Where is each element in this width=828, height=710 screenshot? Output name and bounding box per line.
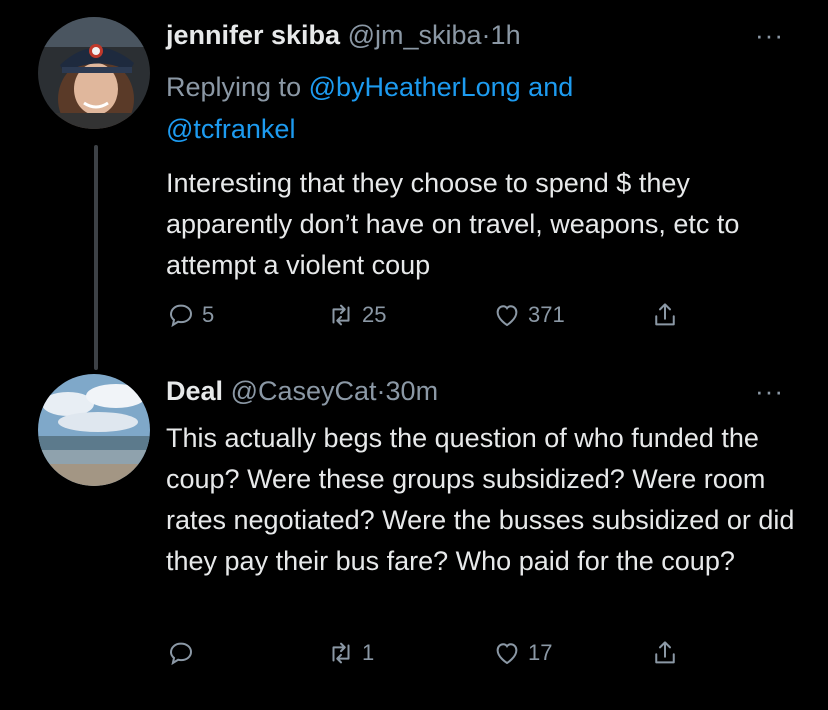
share-icon bbox=[655, 641, 675, 664]
retweet-icon bbox=[332, 642, 350, 664]
tweet-2-text: This actually begs the question of who f… bbox=[166, 423, 795, 576]
author-name[interactable]: Deal bbox=[166, 376, 223, 406]
like-icon bbox=[496, 305, 518, 327]
author-name[interactable]: jennifer skiba bbox=[166, 20, 340, 50]
like-button[interactable]: 371 bbox=[492, 300, 565, 330]
avatar-photo bbox=[38, 17, 150, 129]
tweet-timestamp[interactable]: 30m bbox=[386, 376, 439, 406]
like-count: 371 bbox=[528, 302, 565, 327]
tweet-1-header: jennifer skiba @jm_skiba·1h bbox=[166, 20, 521, 51]
separator-dot: · bbox=[376, 376, 386, 406]
more-icon[interactable]: ··· bbox=[755, 20, 784, 51]
reply-button[interactable] bbox=[166, 638, 202, 668]
separator-dot: · bbox=[481, 20, 491, 50]
reply-count: 5 bbox=[202, 302, 215, 327]
tweet-1-text: Interesting that they choose to spend $ … bbox=[166, 168, 740, 280]
more-icon[interactable]: ··· bbox=[755, 376, 784, 407]
mention-byheatherlong[interactable]: @byHeatherLong bbox=[309, 72, 521, 102]
share-button[interactable] bbox=[650, 300, 680, 330]
reply-button[interactable]: 5 bbox=[166, 300, 214, 330]
reply-icon bbox=[169, 304, 193, 328]
share-button[interactable] bbox=[650, 638, 680, 668]
avatar-photo bbox=[38, 374, 150, 486]
avatar-deal[interactable] bbox=[38, 374, 150, 486]
author-handle[interactable]: @CaseyCat bbox=[231, 376, 377, 406]
retweet-button[interactable]: 25 bbox=[326, 300, 386, 330]
tweet-1[interactable]: jennifer skiba @jm_skiba·1h ··· Replying… bbox=[0, 0, 828, 370]
reply-icon bbox=[169, 642, 193, 666]
like-button[interactable]: 17 bbox=[492, 638, 552, 668]
replying-to: Replying to @byHeatherLong and @tcfranke… bbox=[166, 66, 726, 150]
share-icon bbox=[655, 303, 675, 326]
tweet-2-header: Deal @CaseyCat·30m bbox=[166, 376, 438, 407]
retweet-icon bbox=[332, 304, 350, 326]
like-count: 17 bbox=[528, 640, 553, 665]
tweet-timestamp[interactable]: 1h bbox=[491, 20, 521, 50]
mention-tcfrankel[interactable]: @tcfrankel bbox=[166, 114, 295, 144]
replying-prefix: Replying to bbox=[166, 72, 302, 102]
retweet-count: 25 bbox=[362, 302, 387, 327]
retweet-button[interactable]: 1 bbox=[326, 638, 374, 668]
mention-and[interactable]: and bbox=[528, 72, 573, 102]
tweet-2[interactable]: Deal @CaseyCat·30m ··· This actually beg… bbox=[0, 370, 828, 710]
retweet-count: 1 bbox=[362, 640, 375, 665]
tweet-2-actions: 1 17 bbox=[166, 638, 706, 678]
tweet-1-actions: 5 25 371 bbox=[166, 300, 706, 340]
like-icon bbox=[496, 643, 518, 665]
avatar-jennifer[interactable] bbox=[38, 17, 150, 129]
author-handle[interactable]: @jm_skiba bbox=[348, 20, 482, 50]
